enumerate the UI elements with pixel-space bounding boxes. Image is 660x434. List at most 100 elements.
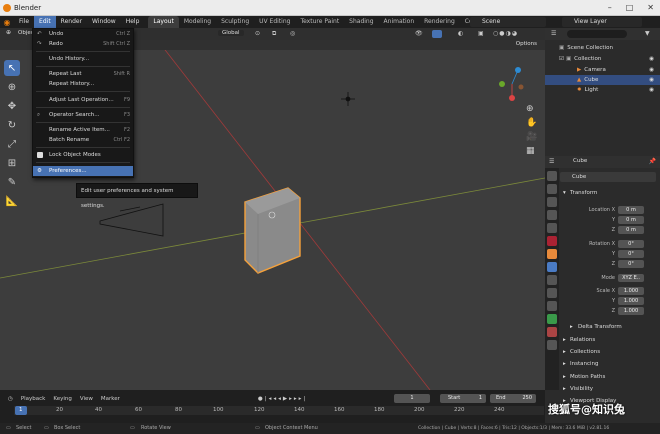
location-z-field[interactable]: 0 m bbox=[618, 226, 644, 234]
shading-mode-icons[interactable]: ○●◑◕ bbox=[493, 30, 518, 37]
zoom-icon[interactable]: ⊕ bbox=[526, 104, 538, 118]
view-layer-selector[interactable]: View Layer bbox=[562, 17, 642, 27]
rotate-tool-icon[interactable]: ↻ bbox=[4, 117, 20, 133]
view-layer-tab-icon[interactable] bbox=[547, 210, 557, 220]
menu-item-redo[interactable]: ↷ Redo Shift Ctrl Z bbox=[33, 39, 133, 49]
menu-item-rename-active[interactable]: Rename Active Item... F2 bbox=[33, 125, 133, 135]
close-icon[interactable]: ✕ bbox=[647, 0, 654, 16]
orientation-selector[interactable]: Global bbox=[218, 30, 244, 36]
menu-item-operator-search[interactable]: ⌕ Operator Search... F3 bbox=[33, 110, 133, 120]
physics-tab-icon[interactable] bbox=[547, 288, 557, 298]
tab-sculpting[interactable]: Sculpting bbox=[216, 16, 254, 28]
proportional-icon[interactable]: ◎ bbox=[290, 30, 295, 37]
tab-animation[interactable]: Animation bbox=[379, 16, 420, 28]
visibility-section[interactable]: ▸ Visibility bbox=[560, 384, 660, 395]
blender-menu-icon[interactable]: ◉ bbox=[0, 18, 14, 27]
tab-uv-editing[interactable]: UV Editing bbox=[254, 16, 295, 28]
scale-x-field[interactable]: 1.000 bbox=[618, 287, 644, 295]
motion-paths-section[interactable]: ▸ Motion Paths bbox=[560, 372, 660, 383]
visibility-icon[interactable]: 👁 bbox=[415, 30, 423, 37]
start-frame-field[interactable]: Start 1 bbox=[440, 394, 486, 403]
view-menu[interactable]: View bbox=[80, 396, 93, 402]
options-button[interactable]: Options bbox=[516, 41, 537, 47]
outliner-row-scene-collection[interactable]: ▣ Scene Collection bbox=[545, 43, 660, 53]
menu-item-undo-history[interactable]: Undo History... bbox=[33, 54, 133, 64]
menu-item-repeat-history[interactable]: Repeat History... bbox=[33, 79, 133, 89]
pivot-icon[interactable]: ⊙ bbox=[255, 30, 260, 37]
snap-icon[interactable]: ⧉ bbox=[272, 30, 276, 38]
menu-window[interactable]: Window bbox=[87, 16, 121, 28]
scale-tool-icon[interactable]: ⤢ bbox=[4, 136, 20, 152]
tab-layout[interactable]: Layout bbox=[148, 16, 179, 28]
menu-render[interactable]: Render bbox=[56, 16, 87, 28]
eye-icon[interactable]: ◉ bbox=[649, 54, 654, 64]
outliner-row-light[interactable]: ✹ Light ◉ bbox=[545, 85, 660, 95]
keying-menu[interactable]: Keying bbox=[53, 396, 71, 402]
select-tool-icon[interactable]: ↖ bbox=[4, 60, 20, 76]
checkbox-checked-icon[interactable] bbox=[37, 152, 43, 158]
annotate-tool-icon[interactable]: ✎ bbox=[4, 174, 20, 190]
tab-shading[interactable]: Shading bbox=[344, 16, 378, 28]
eye-icon[interactable]: ◉ bbox=[649, 65, 654, 75]
tab-texture-paint[interactable]: Texture Paint bbox=[295, 16, 344, 28]
menu-item-repeat-last[interactable]: Repeat Last Shift R bbox=[33, 69, 133, 79]
rotation-mode-select[interactable]: XYZ E.. bbox=[618, 274, 644, 282]
menu-item-undo[interactable]: ↶ Undo Ctrl Z bbox=[33, 29, 133, 39]
menu-edit[interactable]: Edit bbox=[34, 16, 56, 28]
tab-rendering[interactable]: Rendering bbox=[419, 16, 460, 28]
gizmo-toggle-icon[interactable] bbox=[432, 30, 442, 38]
current-frame-field[interactable]: 1 bbox=[394, 394, 430, 403]
material-tab-icon[interactable] bbox=[547, 327, 557, 337]
outliner-search-input[interactable] bbox=[567, 30, 627, 38]
editor-type-icon[interactable]: ⊕ bbox=[6, 29, 11, 36]
constraints-tab-icon[interactable] bbox=[547, 301, 557, 311]
playback-controls-icon[interactable]: ●|◂◂◂▶▸▸▸| bbox=[258, 396, 307, 402]
menu-item-adjust-last[interactable]: Adjust Last Operation... F9 bbox=[33, 95, 133, 105]
collections-section[interactable]: ▸ Collections bbox=[560, 347, 660, 358]
rotation-x-field[interactable]: 0° bbox=[618, 240, 644, 248]
transform-tool-icon[interactable]: ⊞ bbox=[4, 155, 20, 171]
tab-modeling[interactable]: Modeling bbox=[179, 16, 216, 28]
end-frame-field[interactable]: End 250 bbox=[490, 394, 536, 403]
rotation-z-field[interactable]: 0° bbox=[618, 260, 644, 268]
cursor-tool-icon[interactable]: ⊕ bbox=[4, 79, 20, 95]
location-y-field[interactable]: 0 m bbox=[618, 216, 644, 224]
outliner-row-cube[interactable]: ▲ Cube ◉ bbox=[545, 75, 660, 85]
outliner-row-collection[interactable]: ☑ ▣ Collection ◉ bbox=[545, 54, 660, 64]
properties-editor-icon[interactable]: ☰ bbox=[549, 158, 554, 165]
data-tab-icon[interactable] bbox=[547, 314, 557, 324]
object-tab-icon[interactable] bbox=[547, 249, 557, 259]
delta-transform-section[interactable]: ▸ Delta Transform bbox=[560, 322, 660, 333]
scene-tab-icon[interactable] bbox=[547, 223, 557, 233]
particles-tab-icon[interactable] bbox=[547, 275, 557, 285]
minimize-icon[interactable]: – bbox=[608, 0, 612, 16]
outliner-editor-icon[interactable]: ☰ bbox=[551, 30, 556, 37]
filter-icon[interactable]: ▼ bbox=[645, 30, 650, 37]
scale-z-field[interactable]: 1.000 bbox=[618, 307, 644, 315]
eye-icon[interactable]: ◉ bbox=[649, 75, 654, 85]
rotation-y-field[interactable]: 0° bbox=[618, 250, 644, 258]
location-x-field[interactable]: 0 m bbox=[618, 206, 644, 214]
modifier-tab-icon[interactable] bbox=[547, 262, 557, 272]
transform-section[interactable]: ▾ Transform bbox=[560, 188, 660, 199]
menu-item-preferences[interactable]: ⚙ Preferences... bbox=[33, 166, 133, 176]
render-tab-icon[interactable] bbox=[547, 184, 557, 194]
menu-item-lock-object-modes[interactable]: Lock Object Modes bbox=[33, 150, 133, 160]
object-name-field[interactable]: Cube bbox=[560, 172, 656, 182]
camera-view-icon[interactable]: 🎥 bbox=[526, 132, 538, 146]
scale-y-field[interactable]: 1.000 bbox=[618, 297, 644, 305]
marker-menu[interactable]: Marker bbox=[101, 396, 120, 402]
texture-tab-icon[interactable] bbox=[547, 340, 557, 350]
menu-item-batch-rename[interactable]: Batch Rename Ctrl F2 bbox=[33, 135, 133, 145]
pan-hand-icon[interactable]: ✋ bbox=[526, 118, 538, 132]
eye-icon[interactable]: ◉ bbox=[649, 85, 654, 95]
measure-tool-icon[interactable]: 📐 bbox=[4, 193, 20, 209]
relations-section[interactable]: ▸ Relations bbox=[560, 335, 660, 346]
outliner-row-camera[interactable]: ▶ Camera ◉ bbox=[545, 65, 660, 75]
checkbox-icon[interactable]: ☑ bbox=[559, 56, 564, 62]
menu-file[interactable]: File bbox=[14, 16, 34, 28]
instancing-section[interactable]: ▸ Instancing bbox=[560, 359, 660, 370]
world-tab-icon[interactable] bbox=[547, 236, 557, 246]
xray-icon[interactable]: ▣ bbox=[478, 30, 484, 37]
timeline-editor-icon[interactable]: ◷ bbox=[8, 396, 13, 402]
